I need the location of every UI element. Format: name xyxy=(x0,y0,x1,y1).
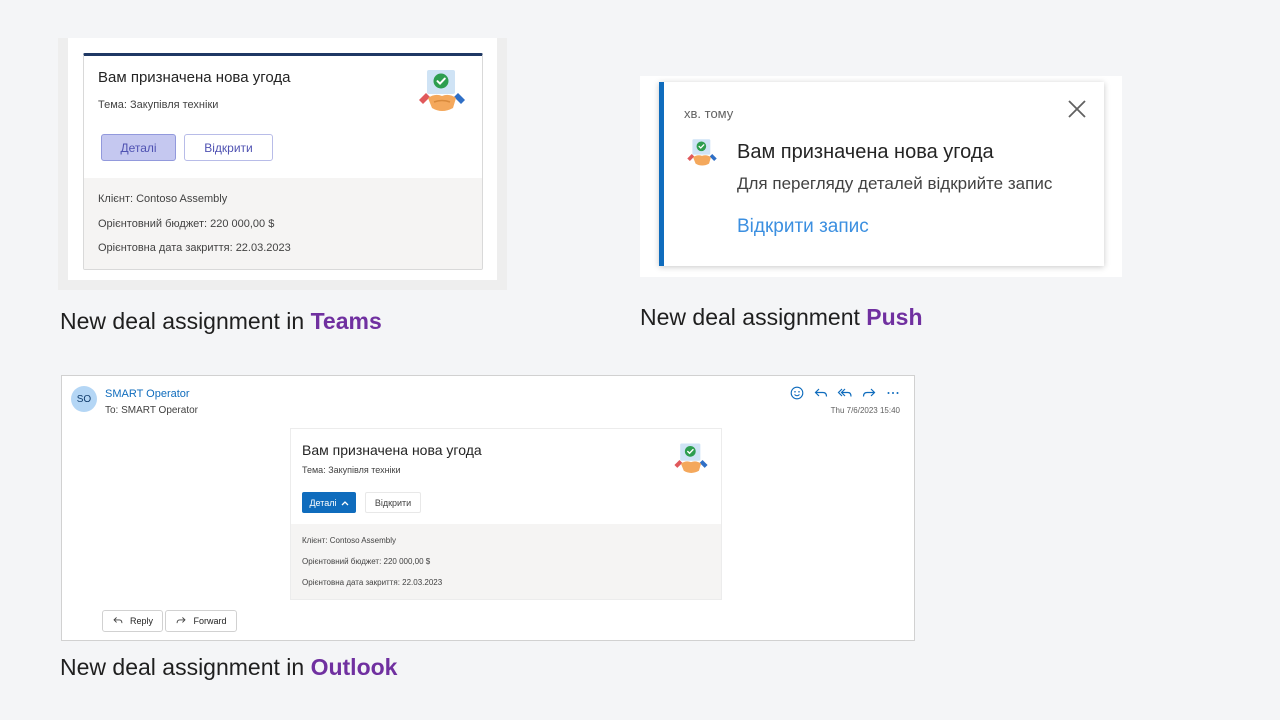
avatar[interactable]: SO xyxy=(71,386,97,412)
fact-budget: Орієнтовний бюджет: 220 000,00 $ xyxy=(98,218,275,230)
teams-card-subject: Тема: Закупівля техніки xyxy=(98,99,219,111)
teams-caption: New deal assignment in Teams xyxy=(60,308,382,335)
outlook-card-subject: Тема: Закупівля техніки xyxy=(302,465,401,475)
caption-text: New deal assignment in xyxy=(60,654,311,680)
handshake-deal-icon xyxy=(419,70,465,111)
outlook-open-button[interactable]: Відкрити xyxy=(365,492,421,513)
caption-text: New deal assignment xyxy=(640,304,867,330)
fact-client: Клієнт: Contoso Assembly xyxy=(98,193,228,205)
reply-icon xyxy=(113,617,123,624)
outlook-card-title: Вам призначена нова угода xyxy=(302,442,482,458)
reply-button[interactable]: Reply xyxy=(102,610,163,632)
fact-budget: Орієнтовний бюджет: 220 000,00 $ xyxy=(302,557,431,566)
fact-client: Клієнт: Contoso Assembly xyxy=(302,536,396,545)
push-timestamp: хв. тому xyxy=(684,106,734,121)
reply-icon[interactable] xyxy=(813,385,829,401)
outlook-card-facts: Клієнт: Contoso Assembly Орієнтовний бюд… xyxy=(291,524,721,599)
teams-details-button[interactable]: Деталі xyxy=(101,134,176,161)
smiley-icon[interactable] xyxy=(789,385,805,401)
forward-button[interactable]: Forward xyxy=(165,610,237,632)
recipient-line: To: SMART Operator xyxy=(105,405,198,416)
sender-name[interactable]: SMART Operator xyxy=(105,388,190,400)
forward-icon[interactable] xyxy=(861,385,877,401)
teams-card-facts: Клієнт: Contoso Assembly Орієнтовний бюд… xyxy=(84,178,482,269)
teams-open-button[interactable]: Відкрити xyxy=(184,134,273,161)
details-label: Деталі xyxy=(309,497,337,508)
caption-highlight: Teams xyxy=(310,308,382,334)
more-icon[interactable] xyxy=(885,385,901,401)
reply-all-icon[interactable] xyxy=(837,385,853,401)
push-caption: New deal assignment Push xyxy=(640,304,923,331)
teams-card-backdrop: Вам призначена нова угода Тема: Закупівл… xyxy=(68,38,497,280)
close-icon[interactable] xyxy=(1066,98,1088,120)
push-screenshot-frame: хв. тому Вам призначена нова угода Для п… xyxy=(640,76,1122,277)
reply-label: Reply xyxy=(129,616,153,626)
outlook-email-frame: SO SMART Operator To: SMART Operator Thu… xyxy=(61,375,915,641)
outlook-adaptive-card: Вам призначена нова угода Тема: Закупівл… xyxy=(290,428,722,600)
push-body: Для перегляду деталей відкрийте запис xyxy=(737,174,1053,193)
outlook-caption: New deal assignment in Outlook xyxy=(60,654,397,681)
handshake-deal-icon xyxy=(687,139,717,166)
fact-close-date: Орієнтовна дата закриття: 22.03.2023 xyxy=(98,242,291,254)
push-title: Вам призначена нова угода xyxy=(737,141,994,163)
forward-icon xyxy=(177,617,187,624)
forward-label: Forward xyxy=(193,616,227,626)
caption-highlight: Push xyxy=(866,304,923,330)
push-open-record-link[interactable]: Відкрити запис xyxy=(737,216,869,238)
caption-highlight: Outlook xyxy=(310,654,398,680)
teams-card-title: Вам призначена нова угода xyxy=(98,69,291,86)
outlook-details-button[interactable]: Деталі xyxy=(302,492,356,513)
teams-screenshot-frame: Вам призначена нова угода Тема: Закупівл… xyxy=(58,38,507,290)
teams-adaptive-card: Вам призначена нова угода Тема: Закупівл… xyxy=(83,53,483,270)
push-notification[interactable]: хв. тому Вам призначена нова угода Для п… xyxy=(659,82,1104,266)
chevron-up-icon xyxy=(341,500,349,505)
fact-close-date: Орієнтовна дата закриття: 22.03.2023 xyxy=(302,578,443,587)
email-date: Thu 7/6/2023 15:40 xyxy=(830,406,900,415)
caption-text: New deal assignment in xyxy=(60,308,311,334)
handshake-deal-icon xyxy=(674,443,708,473)
